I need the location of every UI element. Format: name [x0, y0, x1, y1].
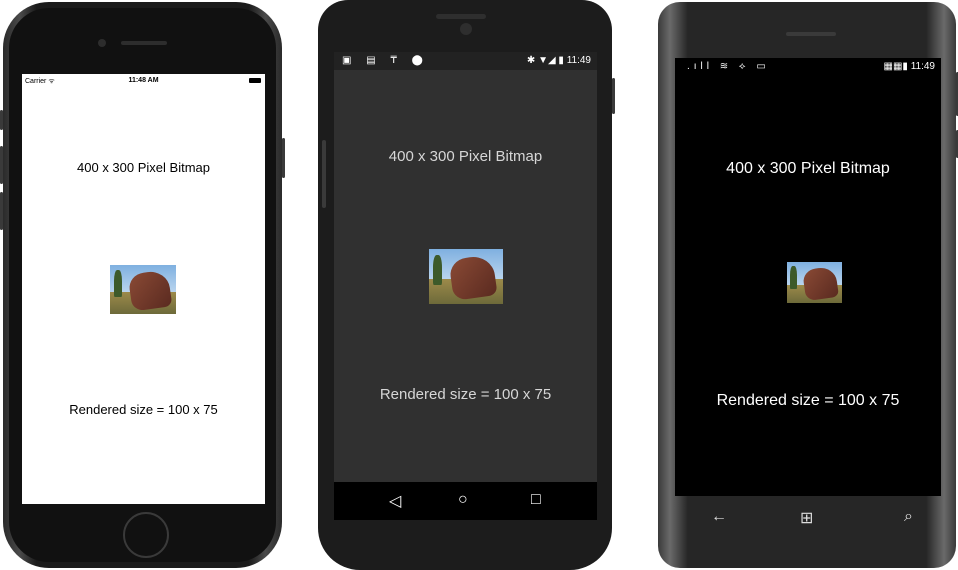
signal-icons: .ıll ≋ ⟡ ▭: [687, 61, 770, 72]
palm-tree-icon: [113, 269, 122, 297]
palm-tree-icon: [433, 254, 443, 285]
front-camera-icon: [460, 23, 472, 35]
android-status-bar: ▣ ▤ ₸ ⬤ ✱ ▼◢ ▮ 11:49: [334, 52, 597, 70]
windows-phone-device: .ıll ≋ ⟡ ▭ ▦▦▮ 11:49 400 x 300 Pixel Bit…: [658, 2, 958, 568]
android-nav-bar: ◁ ○ □: [334, 482, 597, 520]
rendered-size-label: Rendered size = 100 x 75: [69, 402, 218, 417]
volume-up-button[interactable]: [0, 146, 3, 184]
rendered-size-label: Rendered size = 100 x 75: [716, 392, 900, 409]
earpiece-speaker: [436, 14, 486, 19]
bitmap-image: [110, 265, 176, 314]
bitmap-title-label: 400 x 300 Pixel Bitmap: [77, 160, 210, 175]
windows-screen: .ıll ≋ ⟡ ▭ ▦▦▮ 11:49 400 x 300 Pixel Bit…: [675, 58, 941, 496]
front-camera-icon: [98, 39, 106, 47]
iphone-device: Carrier ᯤ 11:48 AM 400 x 300 Pixel Bitma…: [0, 2, 285, 568]
bitmap-image: [429, 249, 503, 304]
ios-status-bar: Carrier ᯤ 11:48 AM: [22, 74, 265, 88]
power-button[interactable]: [282, 138, 285, 178]
status-indicators: ✱ ▼◢ ▮ 11:49: [526, 55, 591, 66]
notification-icons: ▣ ▤ ₸ ⬤: [342, 55, 429, 66]
bitmap-image: [787, 262, 842, 303]
battery-icon: [249, 78, 261, 83]
earpiece-speaker: [121, 41, 167, 45]
recents-icon[interactable]: □: [531, 491, 541, 509]
volume-down-button[interactable]: [0, 192, 3, 230]
android-screen: ▣ ▤ ₸ ⬤ ✱ ▼◢ ▮ 11:49 400 x 300 Pixel Bit…: [334, 52, 597, 520]
home-button[interactable]: [123, 512, 169, 558]
earpiece-speaker: [786, 32, 836, 36]
bitmap-title-label: 400 x 300 Pixel Bitmap: [388, 148, 543, 165]
status-time: 11:48 AM: [128, 77, 159, 84]
mute-switch[interactable]: [0, 110, 3, 130]
ios-screen: Carrier ᯤ 11:48 AM 400 x 300 Pixel Bitma…: [22, 74, 265, 504]
status-indicators: ▦▦▮ 11:49: [883, 61, 935, 72]
android-device: ▣ ▤ ₸ ⬤ ✱ ▼◢ ▮ 11:49 400 x 300 Pixel Bit…: [318, 0, 615, 570]
home-icon[interactable]: ○: [458, 491, 468, 509]
windows-nav-buttons: ← ⊞ ⌕: [675, 496, 941, 540]
windows-status-bar: .ıll ≋ ⟡ ▭ ▦▦▮ 11:49: [675, 58, 941, 78]
rendered-size-label: Rendered size = 100 x 75: [379, 386, 552, 403]
windows-start-icon[interactable]: ⊞: [800, 508, 813, 528]
power-button[interactable]: [612, 78, 615, 114]
search-icon[interactable]: ⌕: [904, 508, 913, 526]
palm-tree-icon: [790, 266, 797, 289]
back-arrow-icon[interactable]: ←: [711, 508, 727, 526]
back-icon[interactable]: ◁: [389, 491, 401, 511]
volume-button[interactable]: [322, 140, 326, 208]
bitmap-title-label: 400 x 300 Pixel Bitmap: [726, 160, 890, 177]
